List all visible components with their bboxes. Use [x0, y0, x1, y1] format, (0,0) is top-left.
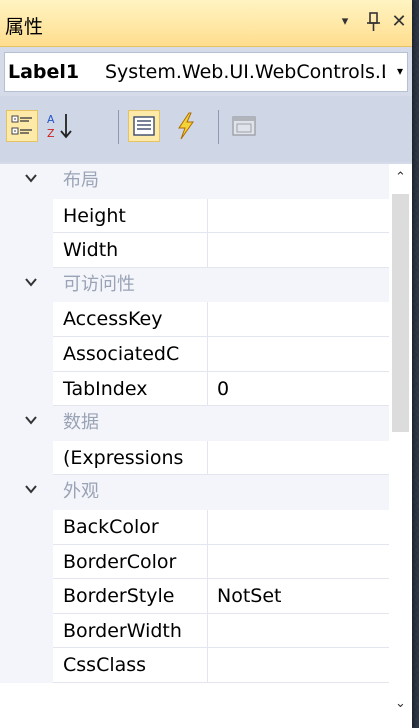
- row-gutter: [0, 406, 53, 441]
- category-name: 外观: [53, 475, 389, 510]
- lightning-icon: [178, 112, 194, 140]
- row-gutter: [0, 302, 53, 337]
- row-gutter: [0, 164, 53, 199]
- property-value[interactable]: [208, 614, 389, 649]
- row-gutter: [0, 648, 53, 683]
- property-value[interactable]: [208, 233, 389, 268]
- categorized-icon: [11, 115, 32, 135]
- property-row[interactable]: BackColor: [0, 509, 389, 545]
- pin-icon[interactable]: [363, 9, 385, 35]
- svg-text:Z: Z: [47, 127, 55, 140]
- toolbar-separator: [218, 110, 219, 144]
- category-name: 布局: [53, 164, 389, 199]
- row-gutter: [0, 267, 53, 303]
- property-name: Width: [53, 233, 208, 268]
- property-value[interactable]: [208, 302, 389, 337]
- property-name: (Expressions: [53, 440, 208, 476]
- property-name: BorderStyle: [53, 579, 208, 614]
- collapse-chevron-icon[interactable]: [24, 481, 38, 500]
- row-gutter: [0, 509, 53, 545]
- property-name: Height: [53, 198, 208, 234]
- property-row[interactable]: TabIndex 0: [0, 371, 389, 407]
- row-gutter: [0, 579, 53, 614]
- row-gutter: [0, 371, 53, 407]
- property-value[interactable]: NotSet: [208, 579, 389, 614]
- scroll-thumb[interactable]: [392, 194, 409, 432]
- property-name: BackColor: [53, 509, 208, 545]
- row-gutter: [0, 440, 53, 476]
- property-row[interactable]: Height: [0, 198, 389, 234]
- object-name: Label1: [8, 61, 80, 83]
- chevron-down-icon[interactable]: ▾: [397, 64, 403, 78]
- category-row[interactable]: 布局: [0, 164, 389, 199]
- category-row[interactable]: 可访问性: [0, 267, 389, 303]
- property-row[interactable]: (Expressions: [0, 440, 389, 476]
- collapse-chevron-icon[interactable]: [24, 170, 38, 189]
- events-button[interactable]: [170, 110, 202, 142]
- property-name: CssClass: [53, 648, 208, 683]
- category-row[interactable]: 数据: [0, 406, 389, 441]
- property-value[interactable]: [208, 510, 389, 545]
- toolbar: A Z: [0, 96, 412, 162]
- row-gutter: [0, 613, 53, 649]
- toolbar-separator: [118, 110, 119, 144]
- property-name: BorderColor: [53, 544, 208, 580]
- property-value[interactable]: [208, 545, 389, 580]
- property-value[interactable]: [208, 337, 389, 372]
- category-name: 可访问性: [53, 268, 389, 303]
- property-name: TabIndex: [53, 371, 208, 407]
- category-name: 数据: [53, 406, 389, 441]
- close-icon[interactable]: ✕: [388, 9, 410, 35]
- property-row[interactable]: AssociatedC: [0, 336, 389, 372]
- scroll-down-icon[interactable]: ⌄: [389, 692, 412, 716]
- category-row[interactable]: 外观: [0, 475, 389, 510]
- title-bar: 属性 ▾ ✕: [0, 0, 412, 47]
- property-row[interactable]: AccessKey: [0, 302, 389, 337]
- row-gutter: [0, 544, 53, 580]
- collapse-chevron-icon[interactable]: [24, 412, 38, 431]
- scroll-up-icon[interactable]: ⌃: [389, 166, 412, 190]
- row-gutter: [0, 198, 53, 234]
- property-row[interactable]: BorderColor: [0, 544, 389, 580]
- properties-icon: [133, 116, 155, 136]
- row-gutter: [0, 475, 53, 510]
- property-row[interactable]: BorderStyle NotSet: [0, 579, 389, 614]
- row-gutter: [0, 233, 53, 268]
- properties-window: 属性 ▾ ✕ Label1 System.Web.UI.WebControls.…: [0, 0, 412, 728]
- alphabetical-icon: A Z: [47, 113, 72, 140]
- property-pages-icon: [232, 116, 256, 136]
- object-selector-dropdown[interactable]: Label1 System.Web.UI.WebControls.Label ▾: [4, 52, 408, 92]
- alphabetical-button[interactable]: A Z: [44, 110, 76, 142]
- property-row[interactable]: BorderWidth: [0, 613, 389, 649]
- property-name: AccessKey: [53, 302, 208, 337]
- property-row[interactable]: CssClass: [0, 648, 389, 683]
- collapse-chevron-icon[interactable]: [24, 274, 38, 293]
- property-name: AssociatedC: [53, 336, 208, 372]
- property-name: BorderWidth: [53, 613, 208, 649]
- categorized-button[interactable]: [6, 110, 38, 142]
- property-grid-rows: 布局 Height Width 可访问性 AccessKey AssociatedC Tab…: [0, 164, 389, 683]
- property-value[interactable]: [208, 441, 389, 476]
- window-position-dropdown-icon[interactable]: ▾: [334, 9, 356, 35]
- property-value[interactable]: 0: [208, 372, 389, 407]
- property-grid: 布局 Height Width 可访问性 AccessKey AssociatedC Tab…: [0, 164, 412, 728]
- property-value[interactable]: [208, 199, 389, 234]
- properties-button[interactable]: [128, 110, 160, 142]
- svg-text:A: A: [47, 113, 55, 126]
- vertical-scrollbar[interactable]: ⌃ ⌄: [389, 164, 412, 728]
- property-value[interactable]: [208, 648, 389, 683]
- object-type: System.Web.UI.WebControls.Label: [105, 61, 385, 83]
- property-pages-button[interactable]: [228, 110, 260, 142]
- window-title: 属性: [5, 16, 44, 38]
- property-row[interactable]: Width: [0, 233, 389, 268]
- row-gutter: [0, 336, 53, 372]
